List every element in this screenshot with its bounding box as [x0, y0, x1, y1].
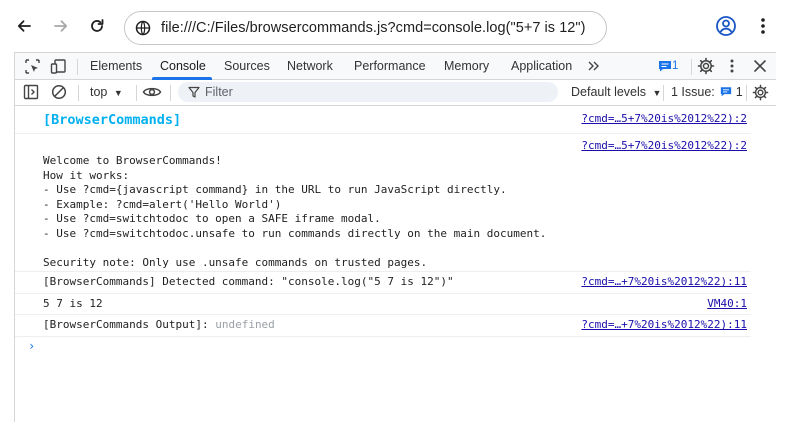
- globe-icon[interactable]: [135, 20, 151, 36]
- inspect-element-icon[interactable]: [24, 58, 41, 75]
- log-levels-label: Default levels: [571, 85, 647, 99]
- issues-message-icon: [721, 87, 732, 97]
- tab-elements[interactable]: Elements: [90, 59, 142, 73]
- console-message: [BrowserCommands Output]: undefined ?cmd…: [15, 315, 751, 337]
- toolbar-separator: [746, 85, 747, 101]
- toolbar-separator: [78, 85, 79, 101]
- message-text: [BrowserCommands] Detected command: "con…: [43, 275, 454, 288]
- message-source-link[interactable]: ?cmd=…5+7%20is%2012%22):2: [581, 139, 747, 152]
- kebab-menu-icon[interactable]: [755, 14, 771, 38]
- reload-button[interactable]: [83, 12, 111, 40]
- console-log: [BrowserCommands] ?cmd=…5+7%20is%2012%22…: [15, 107, 776, 422]
- message-source-link[interactable]: ?cmd=…5+7%20is%2012%22):2: [581, 112, 747, 125]
- devtools-tab-strip: Elements Console Sources Network Perform…: [15, 53, 776, 80]
- console-message: Welcome to BrowserCommands! How it works…: [15, 134, 751, 272]
- toolbar-separator: [136, 85, 137, 101]
- tab-separator: [77, 59, 78, 75]
- reload-icon: [91, 19, 104, 32]
- issues-count-badge[interactable]: 1: [672, 60, 678, 72]
- clear-console-icon[interactable]: [51, 84, 67, 100]
- console-settings-gear-icon[interactable]: [752, 84, 769, 101]
- toolbar-separator: [170, 85, 171, 101]
- filter-placeholder: Filter: [205, 85, 233, 99]
- caret-down-icon: ▼: [652, 88, 662, 98]
- message-value: undefined: [215, 318, 275, 331]
- message-source-link[interactable]: VM40:1: [707, 297, 747, 310]
- devtools-menu-icon[interactable]: [728, 58, 736, 74]
- context-selector[interactable]: top ▼: [90, 85, 123, 99]
- forward-button[interactable]: [47, 12, 75, 40]
- tab-performance[interactable]: Performance: [354, 59, 426, 73]
- console-toolbar: top ▼ Filter Default levels ▼ 1 Issue: 1: [15, 80, 776, 106]
- tab-separator: [691, 59, 692, 75]
- eye-icon[interactable]: [142, 85, 162, 99]
- console-message: 5 7 is 12 VM40:1: [15, 294, 751, 315]
- tab-application[interactable]: Application: [511, 59, 572, 73]
- browser-toolbar: file:///C:/Files/browsercommands.js?cmd=…: [0, 0, 790, 52]
- tab-memory[interactable]: Memory: [444, 59, 489, 73]
- tab-console[interactable]: Console: [160, 59, 206, 73]
- more-tabs-icon[interactable]: [587, 59, 601, 73]
- device-toolbar-icon[interactable]: [50, 58, 67, 75]
- console-message: [BrowserCommands] Detected command: "con…: [15, 272, 751, 294]
- tab-sources[interactable]: Sources: [224, 59, 270, 73]
- arrow-left-icon: [17, 20, 31, 32]
- filter-input[interactable]: Filter: [178, 82, 558, 102]
- profile-icon[interactable]: [714, 14, 738, 38]
- log-levels-dropdown[interactable]: Default levels ▼: [571, 85, 661, 99]
- issues-label: 1 Issue:: [671, 85, 715, 99]
- close-icon[interactable]: [753, 59, 767, 73]
- back-button[interactable]: [10, 12, 38, 40]
- sidebar-toggle-icon[interactable]: [23, 84, 39, 100]
- console-prompt[interactable]: ›: [28, 339, 35, 353]
- issues-message-icon[interactable]: [658, 60, 672, 72]
- tab-network[interactable]: Network: [287, 59, 333, 73]
- filter-funnel-icon: [188, 86, 200, 98]
- issues-button[interactable]: 1 Issue: 1: [671, 85, 743, 99]
- message-text-wrap: [BrowserCommands Output]: undefined: [43, 318, 275, 333]
- issues-count: 1: [735, 85, 743, 99]
- caret-down-icon: ▼: [113, 88, 123, 98]
- console-message: [BrowserCommands] ?cmd=…5+7%20is%2012%22…: [15, 107, 751, 134]
- message-text: Welcome to BrowserCommands! How it works…: [43, 154, 547, 269]
- message-text: [BrowserCommands Output]:: [43, 318, 209, 331]
- message-source-link[interactable]: ?cmd=…+7%20is%2012%22):11: [581, 275, 747, 288]
- context-value: top: [90, 85, 108, 99]
- toolbar-separator: [663, 85, 664, 101]
- devtools-panel: Elements Console Sources Network Perform…: [14, 52, 776, 422]
- settings-gear-icon[interactable]: [697, 57, 715, 75]
- url-text[interactable]: file:///C:/Files/browsercommands.js?cmd=…: [161, 20, 586, 36]
- message-text: [BrowserCommands]: [43, 112, 182, 128]
- message-source-link[interactable]: ?cmd=…+7%20is%2012%22):11: [581, 318, 747, 331]
- arrow-right-icon: [54, 20, 68, 32]
- message-text: 5 7 is 12: [43, 297, 103, 310]
- address-bar[interactable]: file:///C:/Files/browsercommands.js?cmd=…: [124, 11, 607, 45]
